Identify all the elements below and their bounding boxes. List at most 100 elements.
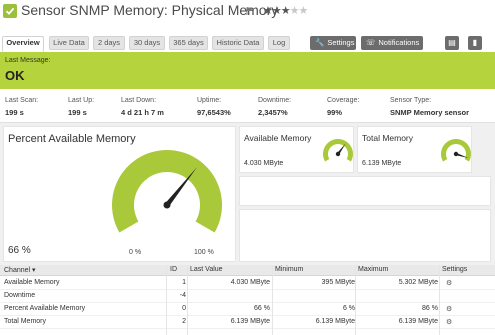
delete-button[interactable]: ▮ — [468, 36, 482, 50]
gauge-needle-hub — [163, 201, 171, 209]
gear-icon[interactable]: ⚙ — [446, 305, 452, 313]
cell-id: 1 — [182, 279, 186, 286]
gauge-min-label: 0 % — [129, 249, 142, 256]
settings-button-label: Settings — [327, 38, 355, 47]
stat-value: 97,6543% — [197, 108, 231, 117]
cell-channel[interactable]: Downtime — [4, 292, 35, 299]
header-channel[interactable]: Channel ▾ — [4, 266, 36, 274]
cell-channel[interactable]: Total Memory — [4, 318, 46, 325]
gauge-arc — [112, 149, 222, 233]
table-row[interactable]: Total Memory 2 6.139 MByte 6.139 MByte 6… — [0, 316, 495, 329]
stat-label: Last Down: — [121, 97, 157, 104]
gauge-max-label: 100 % — [194, 249, 214, 256]
header-last-value[interactable]: Last Value — [190, 266, 223, 273]
header-id[interactable]: ID — [170, 266, 177, 273]
cell-maximum: 86 % — [422, 305, 438, 312]
cell-minimum: 6 % — [342, 305, 355, 312]
column-divider — [272, 265, 273, 335]
cell-last-value: 4.030 MByte — [230, 279, 270, 286]
tab-365-days[interactable]: 365 days — [169, 36, 208, 50]
tab-2-days[interactable]: 2 days — [93, 36, 125, 50]
trash-icon: ▮ — [472, 38, 478, 47]
gear-icon[interactable]: ⚙ — [446, 279, 452, 287]
gauge-panel-available-memory: Available Memory 4.030 MByte — [239, 126, 354, 173]
column-divider — [166, 265, 167, 335]
tab-log[interactable]: Log — [268, 36, 290, 50]
header-settings: Settings — [442, 266, 468, 273]
last-message-value: OK — [5, 68, 25, 83]
empty-gauge-slot — [239, 176, 491, 206]
stat-last-up: Last Up: 199 s — [68, 97, 94, 117]
notifications-button[interactable]: ☏ Notifications — [361, 36, 423, 50]
sort-down-icon: ▾ — [32, 267, 36, 274]
stat-coverage: Coverage: 99% — [327, 97, 359, 117]
table-row[interactable]: Available Memory 1 4.030 MByte 395 MByte… — [0, 277, 495, 290]
stat-downtime: Downtime: 2,3457% — [258, 97, 291, 117]
cell-channel[interactable]: Percent Available Memory — [4, 305, 85, 312]
settings-button[interactable]: 🔧 Settings — [310, 36, 356, 50]
stat-label: Sensor Type: — [390, 97, 432, 104]
cell-id: 0 — [182, 305, 186, 312]
cell-id: -4 — [179, 292, 186, 299]
cell-maximum: 6.139 MByte — [398, 318, 438, 325]
priority-stars[interactable]: ★★★★★ — [263, 4, 309, 17]
gauge-value: 6.139 MByte — [362, 160, 402, 167]
stat-label: Uptime: — [197, 97, 222, 104]
last-message-banner: Last Message: OK — [0, 52, 495, 89]
gauge-needle-hub — [453, 151, 459, 157]
gauge-panel-total-memory: Total Memory 6.139 MByte — [357, 126, 472, 173]
cell-minimum: 395 MByte — [321, 279, 355, 286]
stat-last-scan: Last Scan: 199 s — [5, 97, 38, 117]
stat-label: Downtime: — [258, 97, 292, 104]
table-header: Channel ▾ ID Last Value Minimum Maximum … — [0, 265, 495, 276]
wrench-icon: 🔧 — [315, 38, 325, 47]
cell-last-value: 66 % — [254, 305, 270, 312]
stat-value: 199 s — [5, 108, 24, 117]
comment-icon: ▤ — [448, 38, 456, 47]
channel-table: Channel ▾ ID Last Value Minimum Maximum … — [0, 265, 495, 335]
header-maximum[interactable]: Maximum — [358, 266, 388, 273]
percent-available-gauge — [112, 149, 222, 233]
stat-label: Last Scan: — [5, 97, 39, 104]
stat-value: 4 d 21 h 7 m — [121, 108, 164, 117]
stat-last-down: Last Down: 4 d 21 h 7 m — [121, 97, 164, 117]
notifications-button-label: Notifications — [378, 38, 420, 47]
flag-icon[interactable] — [246, 7, 254, 17]
comment-button[interactable]: ▤ — [445, 36, 459, 50]
column-divider — [439, 265, 440, 335]
gauge-panel-percent-available: Percent Available Memory 0 % 100 % 66 % — [3, 126, 236, 262]
cell-maximum: 5.302 MByte — [398, 279, 438, 286]
bell-icon: ☏ — [366, 38, 376, 47]
cell-last-value: 6.139 MByte — [230, 318, 270, 325]
last-message-label: Last Message: — [5, 57, 51, 64]
check-icon — [5, 6, 15, 16]
tab-live-data[interactable]: Live Data — [49, 36, 89, 50]
gauge-arc — [323, 139, 353, 162]
cell-channel[interactable]: Available Memory — [4, 279, 60, 286]
column-divider — [187, 265, 188, 335]
tab-30-days[interactable]: 30 days — [129, 36, 165, 50]
column-divider — [355, 265, 356, 335]
stat-label: Coverage: — [327, 97, 360, 104]
stat-value: 99% — [327, 108, 343, 117]
gear-icon[interactable]: ⚙ — [446, 318, 452, 326]
table-row[interactable]: Downtime -4 — [0, 290, 495, 303]
gauge-value: 66 % — [8, 245, 31, 256]
status-ok-indicator — [3, 4, 17, 18]
stat-uptime: Uptime: 97,6543% — [197, 97, 231, 117]
gauge-value: 4.030 MByte — [244, 160, 284, 167]
priority-star-filled[interactable]: ★★★ — [263, 5, 291, 17]
tab-overview[interactable]: Overview — [2, 36, 44, 52]
empty-gauge-slot — [239, 209, 491, 262]
cell-id: 2 — [182, 318, 186, 325]
gauge-needle-hub — [335, 151, 341, 157]
priority-star-empty[interactable]: ★★ — [290, 5, 309, 17]
table-row[interactable]: Percent Available Memory 0 66 % 6 % 86 %… — [0, 303, 495, 316]
sensor-stats: Last Scan: 199 s Last Up: 199 s Last Dow… — [0, 89, 495, 123]
sensor-header: Sensor SNMP Memory: Physical Memory ★★★★… — [0, 0, 495, 24]
stat-sensor-type: Sensor Type: SNMP Memory sensor — [390, 97, 469, 117]
header-minimum[interactable]: Minimum — [275, 266, 303, 273]
gauge-arc — [441, 139, 471, 162]
tab-historic-data[interactable]: Historic Data — [212, 36, 264, 50]
cell-minimum: 6.139 MByte — [315, 318, 355, 325]
